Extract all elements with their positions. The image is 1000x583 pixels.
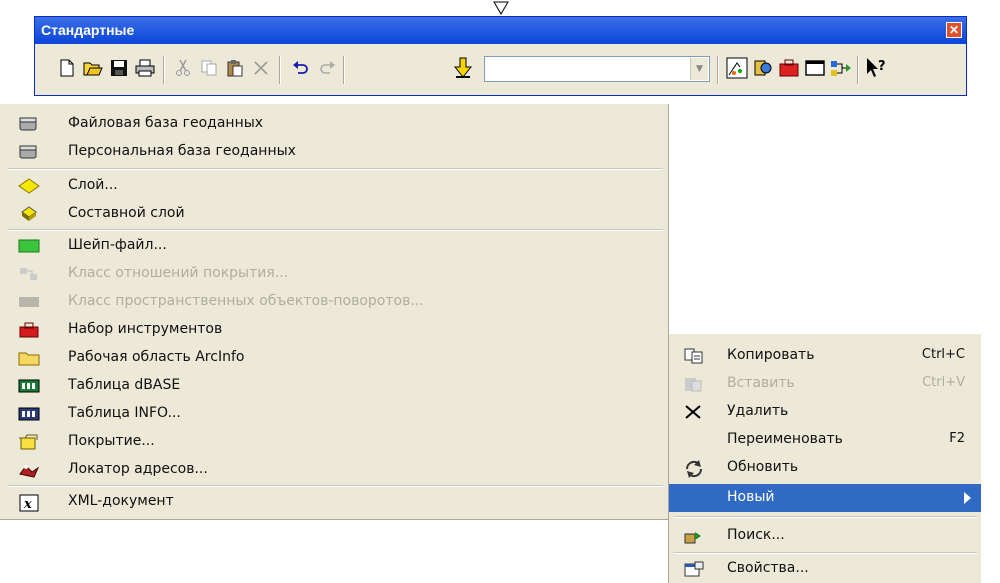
redo-icon[interactable] [315,56,339,80]
coverage-icon [18,434,40,450]
model-builder-icon[interactable] [829,56,853,80]
toolbar-separator [163,56,165,84]
menu-separator [8,229,663,231]
menu-item-info-table[interactable]: Таблица INFO... [0,400,668,428]
command-line-icon[interactable] [803,56,827,80]
ctx-item-refresh[interactable]: Обновить [669,454,981,482]
toolbar-separator [717,56,719,84]
copy-icon[interactable] [197,56,221,80]
open-icon[interactable] [81,56,105,80]
layer-icon [18,178,40,194]
toolbar-titlebar[interactable]: Стандартные ✕ [35,17,966,44]
drop-arrow-icon [493,0,509,15]
cut-icon[interactable] [171,56,195,80]
add-data-icon[interactable] [451,56,475,80]
menu-item-group-layer[interactable]: Составной слой [0,200,668,228]
dbase-table-icon [18,378,40,394]
svg-text:x: x [23,497,32,512]
menu-item-arcinfo-workspace[interactable]: Рабочая область ArcInfo [0,344,668,372]
address-locator-icon [18,462,40,478]
context-menu: Копировать Ctrl+C Вставить Ctrl+V Удалит… [668,334,981,583]
save-icon[interactable] [107,56,131,80]
menu-separator [8,485,663,487]
ctx-item-search[interactable]: Поиск... [669,522,981,550]
ctx-item-paste[interactable]: Вставить Ctrl+V [669,370,981,398]
info-table-icon [18,406,40,422]
ctx-item-delete[interactable]: Удалить [669,398,981,426]
copy-icon [683,348,705,364]
file-geodatabase-icon [18,116,40,132]
refresh-icon [683,460,705,478]
editor-icon[interactable] [725,56,749,80]
toolbar-separator [343,56,345,84]
standard-toolbar: Стандартные ✕ ▼ ? [34,16,967,96]
menu-separator [8,168,663,170]
menu-item-shapefile[interactable]: Шейп-файл... [0,232,668,260]
turn-feature-class-icon [18,294,40,310]
menu-item-layer[interactable]: Слой... [0,172,668,200]
ctx-item-properties[interactable]: Свойства... [669,555,981,583]
arctoolbox-icon[interactable] [777,56,801,80]
arcinfo-workspace-icon [18,350,40,366]
properties-icon [683,561,705,577]
paste-icon [683,376,705,392]
menu-item-file-geodatabase[interactable]: Файловая база геоданных [0,110,668,138]
menu-item-coverage-relationship[interactable]: Класс отношений покрытия... [0,260,668,288]
coverage-relationship-icon [18,266,40,282]
toolbar-separator [857,56,859,84]
ctx-item-copy[interactable]: Копировать Ctrl+C [669,342,981,370]
svg-text:?: ? [878,59,886,74]
xml-document-icon: x [18,494,40,512]
new-submenu: Файловая база геоданных Персональная баз… [0,104,669,520]
delete-icon[interactable] [249,56,273,80]
print-icon[interactable] [133,56,157,80]
scale-combobox[interactable]: ▼ [484,56,710,82]
delete-icon [683,404,705,420]
close-button[interactable]: ✕ [946,22,962,38]
menu-separator [673,552,977,554]
menu-item-toolbox[interactable]: Набор инструментов [0,316,668,344]
submenu-arrow-icon [964,492,971,504]
search-icon [683,528,705,544]
whats-this-icon[interactable]: ? [865,56,889,80]
undo-icon[interactable] [289,56,313,80]
toolbox-icon [18,322,40,338]
menu-separator [673,516,977,518]
toolbar-separator [279,56,281,84]
menu-item-turn-feature-class[interactable]: Класс пространственных объектов-поворото… [0,288,668,316]
catalog-icon[interactable] [751,56,775,80]
toolbar-title: Стандартные [41,22,135,38]
chevron-down-icon[interactable]: ▼ [690,58,708,80]
group-layer-icon [18,206,40,222]
menu-item-coverage[interactable]: Покрытие... [0,428,668,456]
ctx-item-new[interactable]: Новый [669,484,981,512]
shapefile-icon [18,238,40,254]
menu-item-personal-geodatabase[interactable]: Персональная база геоданных [0,138,668,166]
menu-item-dbase-table[interactable]: Таблица dBASE [0,372,668,400]
paste-icon[interactable] [223,56,247,80]
personal-geodatabase-icon [18,144,40,160]
close-icon: ✕ [948,23,960,37]
menu-item-address-locator[interactable]: Локатор адресов... [0,456,668,484]
ctx-item-rename[interactable]: Переименовать F2 [669,426,981,454]
new-icon[interactable] [55,56,79,80]
menu-item-xml-document[interactable]: x XML-документ [0,488,668,516]
